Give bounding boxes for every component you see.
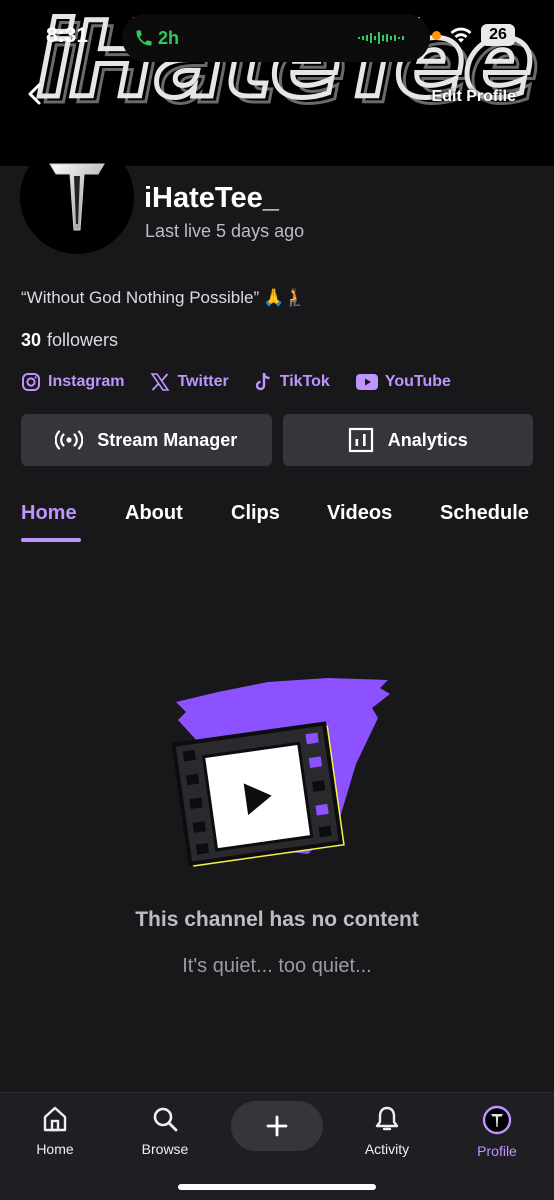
analytics-label: Analytics <box>387 429 468 450</box>
bell-icon <box>375 1106 399 1131</box>
tab-home[interactable]: Home <box>21 502 77 525</box>
social-link-instagram[interactable]: Instagram <box>21 372 124 392</box>
avatar[interactable] <box>20 140 134 254</box>
social-link-youtube[interactable]: YouTube <box>355 372 451 392</box>
social-label: YouTube <box>384 373 451 390</box>
x-icon <box>150 373 170 391</box>
bio: “Without God Nothing Possible” 🙏🧎 <box>21 288 305 308</box>
mic-in-use-dot <box>432 30 441 40</box>
create-button[interactable] <box>231 1101 323 1151</box>
nav-activity-label: Activity <box>364 1141 410 1157</box>
empty-state-subtitle: It's quiet... too quiet... <box>182 955 372 977</box>
search-icon <box>153 1107 178 1132</box>
nav-browse[interactable]: Browse <box>120 1105 210 1157</box>
home-indicator[interactable] <box>178 1184 376 1190</box>
analytics-icon <box>348 427 373 453</box>
followers-number: 30 <box>21 330 42 350</box>
nav-home-label: Home <box>36 1141 74 1157</box>
phone-icon <box>136 30 152 46</box>
nav-profile[interactable]: Profile <box>452 1105 542 1159</box>
bio-text: “Without God Nothing Possible” <box>21 288 260 307</box>
last-live-text: Last live 5 days ago <box>145 221 305 241</box>
home-icon <box>43 1106 67 1132</box>
action-buttons: Stream Manager Analytics <box>21 414 533 466</box>
wifi-icon <box>450 27 472 43</box>
tab-videos[interactable]: Videos <box>327 502 392 525</box>
stream-manager-label: Stream Manager <box>97 429 238 450</box>
profile-tabs: Home About Clips Videos Schedule <box>0 502 554 542</box>
audio-wave-icon <box>358 32 404 44</box>
channel-logo-icon <box>49 163 105 231</box>
back-button[interactable] <box>18 78 50 110</box>
empty-state-title: This channel has no content <box>135 908 419 931</box>
followers-count[interactable]: 30 followers <box>21 330 118 351</box>
status-right: 26 <box>432 24 515 46</box>
empty-content-illustration <box>171 678 390 867</box>
social-label: Twitter <box>177 373 229 390</box>
social-link-twitter[interactable]: Twitter <box>150 372 229 392</box>
username: iHateTee_ <box>144 182 279 214</box>
profile-screen: iHateTee iHateTee 8:31 2h 26 Edit P <box>0 0 554 1200</box>
call-indicator[interactable]: 2h <box>134 24 192 52</box>
broadcast-icon <box>55 430 84 450</box>
social-links: Instagram Twitter TikTok YouTube <box>21 372 477 392</box>
nav-browse-label: Browse <box>141 1141 189 1157</box>
nav-home[interactable]: Home <box>10 1105 100 1157</box>
edit-profile-button[interactable]: Edit Profile <box>432 88 516 106</box>
tab-clips[interactable]: Clips <box>231 502 280 525</box>
tiktok-icon <box>255 372 270 391</box>
nav-profile-label: Profile <box>477 1143 517 1159</box>
analytics-button[interactable]: Analytics <box>282 414 533 466</box>
social-label: Instagram <box>48 373 125 390</box>
battery-indicator: 26 <box>481 24 515 46</box>
youtube-icon <box>355 374 378 390</box>
tab-schedule[interactable]: Schedule <box>440 502 529 525</box>
active-tab-indicator <box>21 538 81 542</box>
instagram-icon <box>22 373 40 391</box>
social-link-tiktok[interactable]: TikTok <box>255 372 330 392</box>
nav-activity[interactable]: Activity <box>342 1105 432 1157</box>
followers-label: followers <box>47 330 119 350</box>
plus-icon <box>266 1115 288 1137</box>
bio-emoji: 🙏🧎 <box>263 288 306 307</box>
profile-avatar-icon <box>482 1105 512 1135</box>
social-label: TikTok <box>279 373 330 390</box>
stream-manager-button[interactable]: Stream Manager <box>21 414 272 466</box>
chevron-left-icon <box>28 83 41 105</box>
status-time: 8:31 <box>46 24 89 47</box>
call-duration: 2h <box>158 27 180 48</box>
dynamic-island[interactable]: 2h <box>122 14 430 62</box>
tab-about[interactable]: About <box>125 502 183 525</box>
